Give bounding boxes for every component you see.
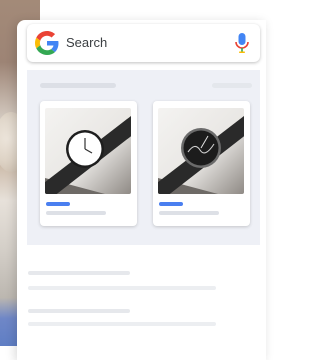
search-input[interactable]: Search	[66, 35, 107, 50]
product-accent-chip	[159, 202, 183, 206]
google-g-logo-icon	[35, 31, 59, 55]
product-card[interactable]	[153, 101, 250, 226]
product-card[interactable]	[40, 101, 137, 226]
placeholder-line	[28, 309, 130, 313]
product-accent-chip	[46, 202, 70, 206]
watch-white-dial-icon	[45, 108, 131, 194]
placeholder-bar	[40, 83, 116, 88]
watch-image	[158, 108, 244, 194]
mic-icon[interactable]	[234, 32, 250, 54]
search-bar[interactable]: Search	[27, 24, 260, 62]
watch-image	[45, 108, 131, 194]
placeholder-line	[28, 286, 216, 290]
placeholder-line	[28, 271, 130, 275]
placeholder-line	[28, 322, 216, 326]
product-title-placeholder	[159, 211, 219, 215]
watch-black-dial-icon	[158, 108, 244, 194]
placeholder-bar	[212, 83, 252, 88]
product-title-placeholder	[46, 211, 106, 215]
